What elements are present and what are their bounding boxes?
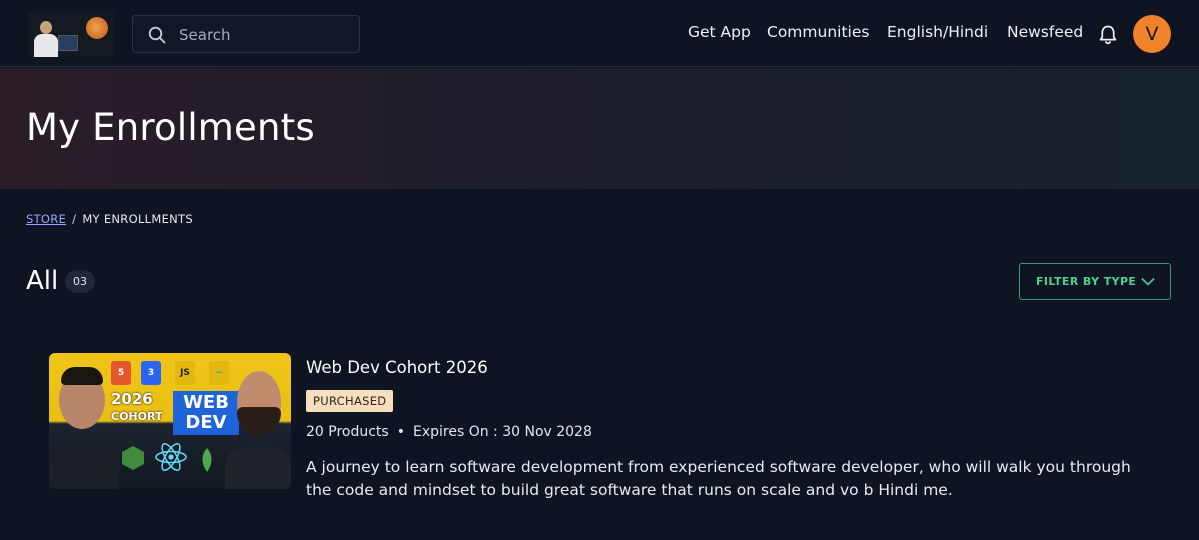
thumbnail-webdev-label: WEB DEV [173, 391, 239, 435]
html5-badge-icon: 5 [111, 361, 131, 385]
page-title: My Enrollments [26, 106, 315, 149]
user-avatar[interactable]: V [1133, 15, 1171, 53]
thumbnail-year: 2026 [111, 390, 153, 408]
search-input[interactable] [179, 24, 349, 46]
thumbnail-year-cohort: 2026 COHORT [111, 391, 162, 425]
filter-by-type-dropdown[interactable]: FILTER BY TYPE [1019, 263, 1171, 300]
instructor-right-body [225, 447, 291, 489]
top-navbar: Get App Communities English/Hindi Newsfe… [0, 0, 1199, 67]
course-thumbnail[interactable]: 5 3 JS ~ 2026 COHORT WEB DEV [49, 353, 291, 489]
expiry-date: Expires On : 30 Nov 2028 [412, 424, 592, 440]
notification-bell-icon[interactable] [1098, 24, 1118, 46]
site-logo[interactable] [28, 11, 115, 57]
thumbnail-web: WEB [183, 392, 229, 413]
chevron-down-icon [1141, 277, 1155, 286]
thumbnail-dev: DEV [185, 412, 227, 433]
page-header-banner: My Enrollments [0, 68, 1199, 189]
instructor-right-beard [237, 407, 281, 435]
product-count: 20 Products [306, 424, 389, 440]
instructor-left-body [49, 443, 119, 489]
nodejs-icon [122, 446, 144, 470]
nav-language[interactable]: English/Hindi [887, 23, 988, 41]
chai-cup-icon [86, 17, 108, 39]
instructor-left-hair [61, 367, 103, 385]
breadcrumb-store-link[interactable]: STORE [26, 212, 66, 226]
nav-newsfeed[interactable]: Newsfeed [1007, 23, 1083, 41]
logo-laptop-image [58, 35, 78, 51]
meta-separator: • [396, 424, 405, 440]
breadcrumb-current: MY ENROLLMENTS [82, 212, 193, 226]
react-atom-icon [155, 442, 187, 472]
nav-communities[interactable]: Communities [767, 23, 869, 41]
breadcrumb-separator: / [72, 212, 77, 226]
nav-get-app[interactable]: Get App [688, 23, 751, 41]
course-title[interactable]: Web Dev Cohort 2026 [306, 358, 488, 377]
filter-label: FILTER BY TYPE [1036, 275, 1137, 288]
status-badge: PURCHASED [306, 390, 394, 412]
javascript-badge-icon: JS [175, 361, 195, 385]
logo-person-image [32, 17, 60, 57]
css3-badge-icon: 3 [141, 361, 161, 385]
tailwind-icon: ~ [209, 361, 229, 385]
course-description: A journey to learn software development … [306, 458, 1131, 499]
breadcrumb: STORE / MY ENROLLMENTS [26, 212, 193, 226]
search-icon [148, 26, 166, 44]
search-box[interactable] [132, 15, 360, 53]
listing-heading: All [26, 266, 59, 296]
enrollment-count-badge: 03 [65, 270, 95, 293]
mongodb-leaf-icon [202, 448, 212, 472]
thumbnail-cohort: COHORT [111, 410, 163, 423]
course-meta: 20 Products • Expires On : 30 Nov 2028 [306, 424, 592, 440]
